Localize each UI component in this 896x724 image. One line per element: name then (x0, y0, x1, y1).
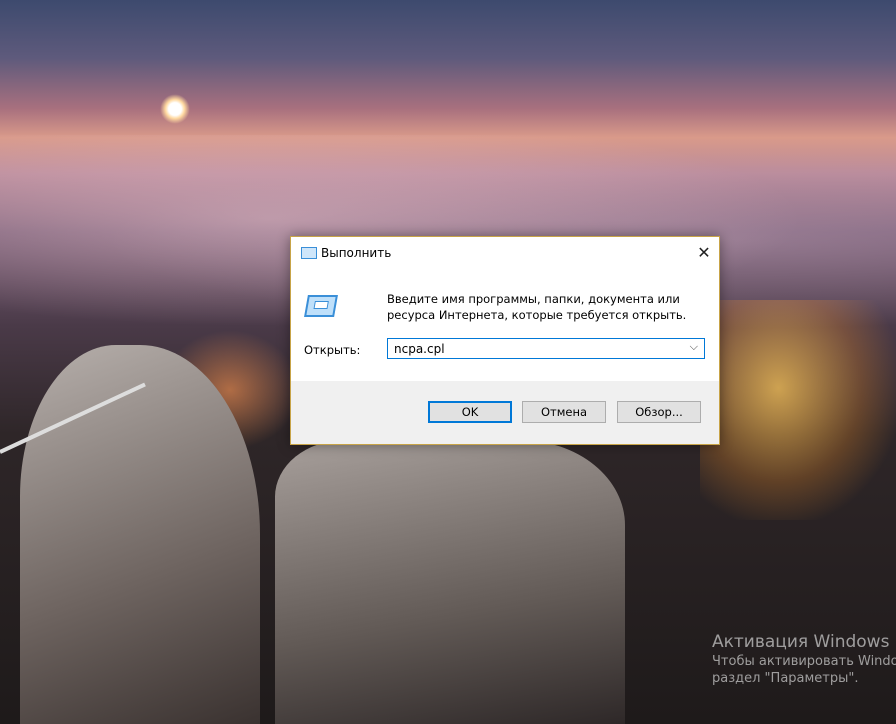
open-label: Открыть: (304, 343, 361, 357)
wallpaper-rock-left (20, 345, 260, 724)
title-bar[interactable]: Выполнить ✕ (291, 237, 719, 269)
watermark-title: Активация Windows (712, 632, 890, 652)
watermark-line1: Чтобы активировать Windo (712, 654, 896, 669)
wallpaper-moon (160, 94, 190, 124)
dialog-title: Выполнить (321, 246, 392, 260)
open-combobox[interactable]: ncpa.cpl ⌵ (387, 338, 705, 359)
chevron-down-icon[interactable]: ⌵ (690, 340, 698, 354)
activation-watermark: Активация Windows Чтобы активировать Win… (712, 632, 896, 686)
open-input[interactable]: ncpa.cpl (394, 342, 445, 356)
watermark-line2: раздел "Параметры". (712, 671, 859, 686)
run-dialog: Выполнить ✕ Введите имя программы, папки… (290, 236, 720, 445)
run-large-icon (304, 295, 338, 317)
dialog-description: Введите имя программы, папки, документа … (387, 292, 687, 322)
wallpaper-rock-center (275, 440, 625, 724)
browse-button[interactable]: Обзор... (617, 401, 701, 423)
close-button[interactable]: ✕ (689, 237, 719, 269)
run-icon (301, 247, 317, 259)
cancel-button[interactable]: Отмена (522, 401, 606, 423)
wallpaper-city-lights (700, 300, 896, 520)
ok-button[interactable]: OK (428, 401, 512, 423)
